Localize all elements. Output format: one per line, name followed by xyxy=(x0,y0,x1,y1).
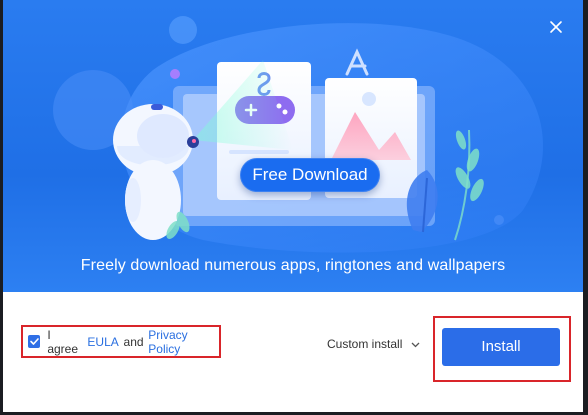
hero-illustration xyxy=(53,16,543,253)
checkmark-icon xyxy=(29,338,39,345)
custom-install-label: Custom install xyxy=(327,337,403,351)
free-download-badge: Free Download xyxy=(240,158,380,192)
footer: I agree EULA and Privacy Policy Custom i… xyxy=(3,292,583,412)
agree-checkbox[interactable] xyxy=(28,335,41,348)
agree-text: I agree xyxy=(47,327,79,356)
install-button[interactable]: Install xyxy=(442,328,560,366)
hero-tagline: Freely download numerous apps, ringtones… xyxy=(80,257,506,274)
and-text: and xyxy=(123,334,144,349)
hero-banner: Free Download Freely download numerous a… xyxy=(3,0,583,292)
installer-window: Free Download Freely download numerous a… xyxy=(3,0,583,412)
custom-install-dropdown[interactable]: Custom install xyxy=(327,337,420,351)
close-button[interactable] xyxy=(545,16,567,38)
privacy-policy-link[interactable]: Privacy Policy xyxy=(148,328,219,356)
chevron-down-icon xyxy=(411,342,420,348)
eula-link[interactable]: EULA xyxy=(87,335,118,349)
close-icon xyxy=(550,21,562,33)
agreement-row: I agree EULA and Privacy Policy xyxy=(21,325,221,358)
